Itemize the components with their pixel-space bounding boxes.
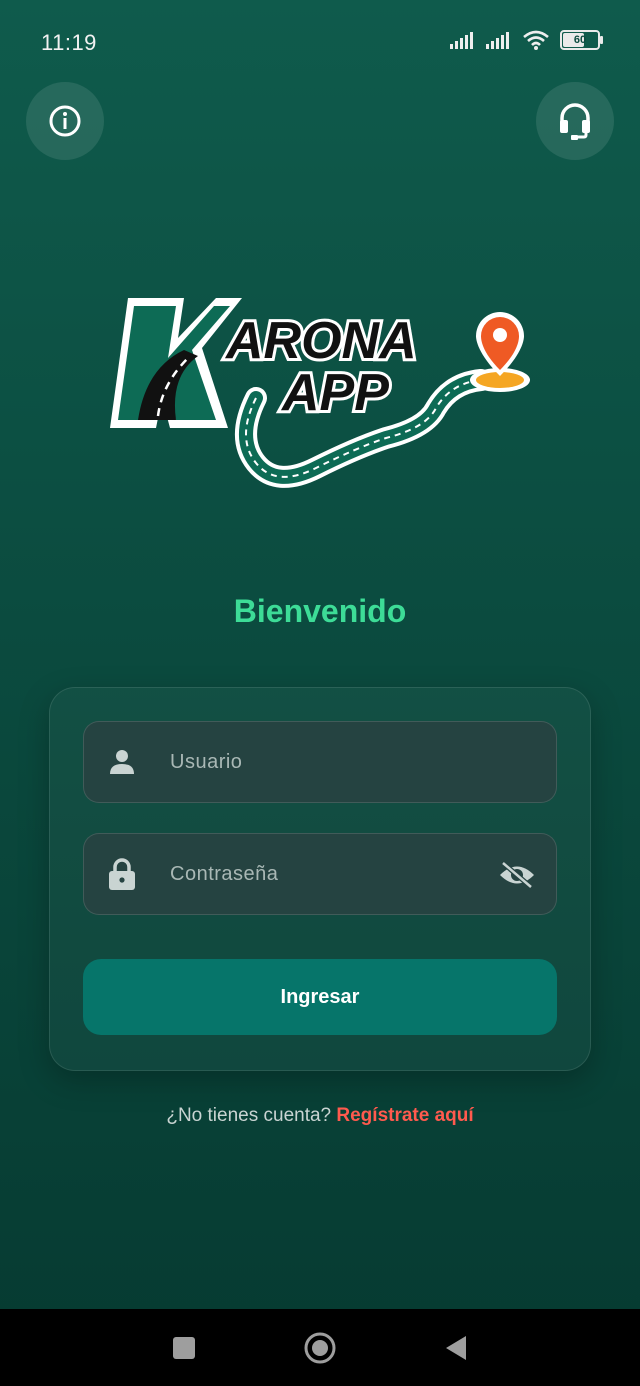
login-button[interactable]: Ingresar	[83, 959, 557, 1035]
logo-line2: APP	[280, 364, 389, 422]
back-button[interactable]	[444, 1334, 468, 1362]
info-icon	[49, 105, 81, 137]
battery-level: 60	[573, 34, 587, 46]
username-input[interactable]	[168, 749, 472, 775]
status-icons: 60	[450, 30, 603, 50]
password-input[interactable]	[168, 861, 472, 887]
battery-indicator: 60	[560, 30, 603, 50]
signal-icon	[450, 32, 473, 49]
welcome-title: Bienvenido	[233, 593, 407, 629]
lock-icon	[108, 858, 136, 890]
support-button[interactable]	[536, 82, 614, 160]
home-button[interactable]	[304, 1332, 336, 1364]
eye-off-icon[interactable]	[498, 860, 536, 890]
username-field[interactable]	[83, 721, 557, 803]
info-button[interactable]	[26, 82, 104, 160]
signal-icon-2	[486, 32, 509, 49]
password-field[interactable]	[83, 833, 557, 915]
wifi-icon	[523, 30, 549, 50]
status-time: 11:19	[41, 30, 97, 55]
register-prompt: ¿No tienes cuenta? Regístrate aquí	[0, 1105, 640, 1127]
system-nav-bar	[0, 1309, 640, 1386]
user-icon	[108, 748, 136, 776]
recents-button[interactable]	[173, 1337, 195, 1359]
status-bar: 11:19 60	[0, 0, 640, 86]
login-card: Ingresar	[49, 687, 591, 1071]
register-question: ¿No tienes cuenta?	[166, 1105, 332, 1126]
register-link[interactable]: Regístrate aquí	[336, 1105, 473, 1126]
logo-line1: ARONA	[224, 312, 417, 370]
headset-icon	[560, 103, 590, 140]
karona-app-logo: ARONA APP	[110, 298, 530, 488]
